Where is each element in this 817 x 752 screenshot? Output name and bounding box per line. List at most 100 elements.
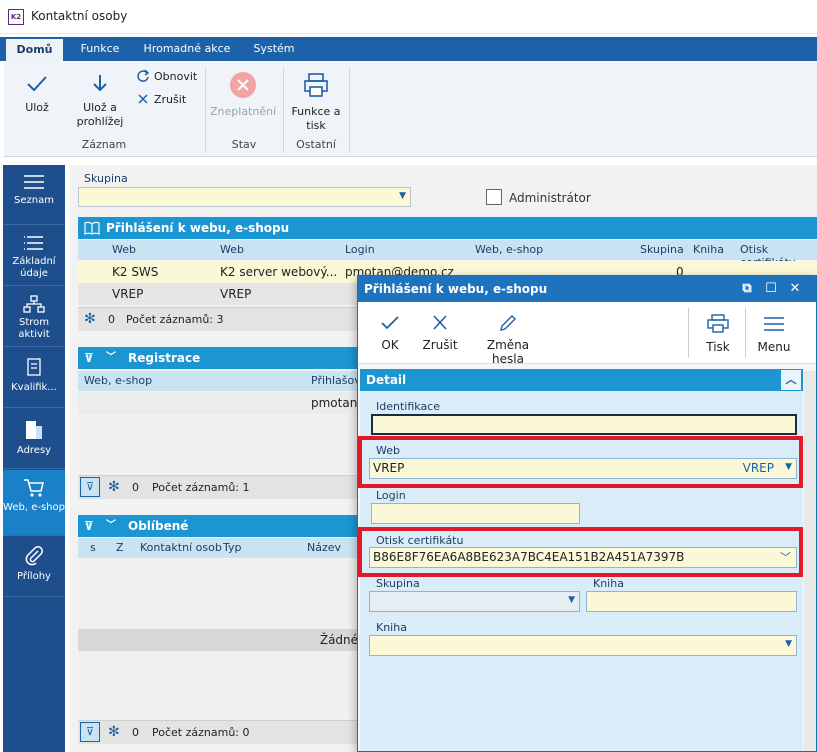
dialog-titlebar: Přihlášení k webu, e-shopu ⧉ ☐ ✕ bbox=[358, 276, 816, 302]
group-state-label: Stav bbox=[231, 138, 257, 151]
column-header[interactable]: Web, e-shop bbox=[84, 374, 152, 387]
cert-select[interactable]: B86E8F76EA6A8BE623A7BC4EA151B2A451A7397B… bbox=[369, 547, 797, 568]
chevron-down-icon: ﹀ bbox=[780, 551, 791, 564]
ribbon-separator bbox=[349, 67, 350, 153]
identification-input[interactable] bbox=[371, 414, 797, 435]
nav-label: Strom aktivit bbox=[18, 317, 50, 340]
menu-label: Menu bbox=[757, 340, 791, 354]
nav-item-qualifications[interactable]: Kvalifik... bbox=[3, 348, 65, 408]
cert-label: Otisk certifikátu bbox=[376, 534, 464, 547]
login-dialog: Přihlášení k webu, e-shopu ⧉ ☐ ✕ OK Zruš… bbox=[357, 275, 817, 752]
login-label: Login bbox=[376, 489, 406, 502]
identification-label: Identifikace bbox=[376, 400, 440, 413]
group-select[interactable]: ▼ bbox=[369, 591, 580, 612]
cancel-label: Zrušit bbox=[154, 92, 187, 106]
change-password-label: Změna hesla bbox=[486, 338, 530, 366]
refresh-label: Obnovit bbox=[154, 69, 198, 83]
shopping-cart-icon bbox=[24, 479, 44, 497]
column-header[interactable]: Skupina bbox=[640, 243, 684, 256]
column-header[interactable]: Typ bbox=[223, 541, 242, 554]
column-header[interactable]: s bbox=[90, 541, 96, 554]
column-header[interactable]: Kontaktní osoba bbox=[140, 541, 222, 554]
toolbar-separator bbox=[688, 308, 689, 358]
column-header[interactable]: Web bbox=[112, 243, 136, 256]
menu-button[interactable]: Menu bbox=[754, 314, 794, 354]
snowflake-icon[interactable]: ✻ bbox=[84, 311, 96, 327]
tab-functions[interactable]: Funkce bbox=[70, 37, 130, 61]
ok-button[interactable]: OK bbox=[372, 314, 408, 352]
invalidate-button[interactable]: Zneplatnění bbox=[210, 71, 276, 119]
printer-icon bbox=[707, 314, 729, 333]
nav-item-attachments[interactable]: Přílohy bbox=[3, 537, 65, 597]
cell-login: pmotan bbox=[311, 396, 358, 410]
admin-label: Administrátor bbox=[509, 191, 591, 205]
column-header[interactable]: Web bbox=[220, 243, 244, 256]
group-other-label: Ostatní bbox=[296, 138, 336, 151]
filter-icon[interactable]: ⊽ bbox=[84, 347, 94, 369]
save-button[interactable]: Ulož bbox=[14, 73, 60, 115]
print-functions-button[interactable]: Funkce a tisk bbox=[288, 71, 344, 133]
nav-item-basic-info[interactable]: Základní údaje bbox=[3, 226, 65, 286]
filter-icon[interactable]: ⊽ bbox=[84, 515, 94, 537]
refresh-button[interactable]: Obnovit bbox=[136, 69, 197, 83]
footer-records: Počet záznamů: 3 bbox=[126, 313, 224, 326]
login-input[interactable] bbox=[371, 503, 580, 524]
web-section-header: Přihlášení k webu, e-shopu bbox=[78, 217, 817, 239]
filter-icon[interactable]: ⊽ bbox=[80, 722, 100, 742]
chevron-down-icon[interactable]: ﹀ bbox=[106, 347, 116, 369]
column-header[interactable]: Název bbox=[307, 541, 341, 554]
detail-body: Identifikace Web VREP VREP ▼ Login Otisk… bbox=[358, 391, 803, 751]
chevron-down-icon[interactable]: ﹀ bbox=[106, 515, 116, 537]
book-input[interactable] bbox=[586, 591, 797, 612]
admin-checkbox[interactable] bbox=[486, 189, 502, 205]
filter-icon[interactable]: ⊽ bbox=[80, 477, 100, 497]
change-password-button[interactable]: Změna hesla bbox=[470, 314, 546, 366]
snowflake-icon[interactable]: ✻ bbox=[108, 724, 120, 740]
nav-item-web-eshop[interactable]: Web, e-shop bbox=[3, 470, 65, 536]
web-select[interactable]: VREP VREP ▼ bbox=[369, 458, 797, 479]
restore-icon[interactable]: ⧉ bbox=[738, 280, 756, 298]
tab-home[interactable]: Domů bbox=[6, 37, 63, 61]
cancel-button[interactable]: Zrušit bbox=[420, 314, 460, 352]
refresh-icon bbox=[137, 69, 150, 82]
cell-web: VREP bbox=[112, 287, 144, 301]
column-header[interactable]: Z bbox=[116, 541, 124, 554]
column-header[interactable]: Login bbox=[345, 243, 375, 256]
toolbar-separator bbox=[745, 308, 746, 358]
cancel-ribbon-button[interactable]: Zrušit bbox=[136, 92, 186, 106]
close-icon bbox=[433, 315, 447, 330]
web-grid-header: Web Web Login Web, e-shop Skupina Kniha … bbox=[78, 240, 817, 269]
snowflake-icon[interactable]: ✻ bbox=[108, 479, 120, 495]
cert-value: B86E8F76EA6A8BE623A7BC4EA151B2A451A7397B bbox=[373, 550, 685, 564]
dialog-scrollbar[interactable] bbox=[804, 371, 816, 751]
ribbon-tabs: Domů Funkce Hromadné akce Systém bbox=[0, 37, 817, 61]
paperclip-icon bbox=[25, 546, 43, 566]
tree-icon bbox=[23, 295, 45, 313]
cell-web-name: K2 server webový... bbox=[220, 265, 338, 279]
chevron-up-icon[interactable]: ︿ bbox=[781, 370, 801, 390]
cancel-circle-icon bbox=[230, 72, 256, 98]
print-button[interactable]: Tisk bbox=[698, 314, 738, 354]
tab-bulk-actions[interactable]: Hromadné akce bbox=[138, 37, 236, 61]
save-browse-button[interactable]: Ulož a prohlížej bbox=[70, 73, 130, 129]
nav-item-activity-tree[interactable]: Strom aktivit bbox=[3, 287, 65, 347]
web-code: VREP bbox=[742, 461, 774, 475]
group-select[interactable]: ▼ bbox=[78, 187, 411, 207]
close-icon[interactable]: ✕ bbox=[786, 280, 804, 298]
cell-web-name: VREP bbox=[220, 287, 252, 301]
app-logo: K2 bbox=[8, 9, 24, 25]
maximize-icon[interactable]: ☐ bbox=[762, 280, 780, 298]
nav-label: Kvalifik... bbox=[11, 382, 57, 393]
dropdown-icon: ▼ bbox=[785, 462, 792, 472]
column-header[interactable]: Web, e-shop bbox=[475, 243, 543, 256]
column-header[interactable]: Kniha bbox=[693, 243, 724, 256]
cell-web: K2 SWS bbox=[112, 265, 159, 279]
registration-title: Registrace bbox=[128, 351, 201, 365]
tab-system[interactable]: Systém bbox=[246, 37, 302, 61]
nav-item-addresses[interactable]: Adresy bbox=[3, 409, 65, 469]
nav-label: Adresy bbox=[16, 445, 52, 456]
nav-item-list[interactable]: Seznam bbox=[3, 165, 65, 225]
column-header[interactable]: Přihlašov bbox=[311, 374, 361, 387]
book2-select[interactable]: ▼ bbox=[369, 635, 797, 656]
close-icon bbox=[138, 94, 148, 104]
